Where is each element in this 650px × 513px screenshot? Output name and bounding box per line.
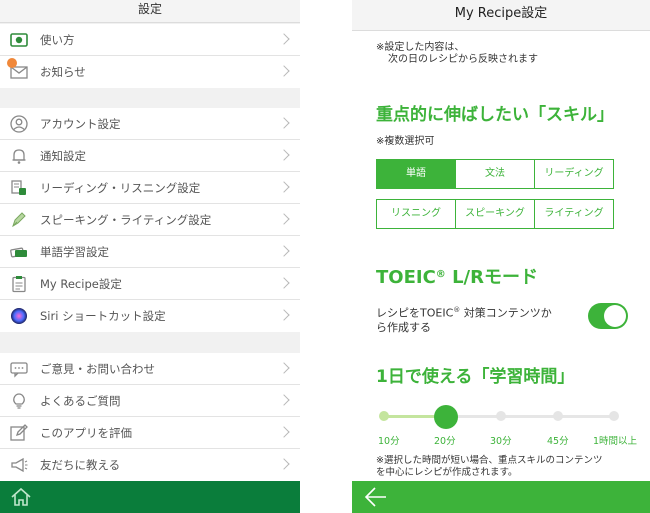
skills-note: ※複数選択可 bbox=[376, 136, 435, 147]
chevron-right-icon bbox=[278, 277, 290, 289]
time-option-label: 1時間以上 bbox=[593, 436, 638, 447]
menu-label: Siri ショートカット設定 bbox=[40, 309, 166, 323]
chat-icon bbox=[10, 362, 28, 378]
slider-stop-60[interactable] bbox=[609, 411, 619, 421]
settings-group-3: ご意見・お問い合わせ よくあるご質問 このアプリを評価 友だちに教える bbox=[0, 353, 300, 481]
study-time-note-line1: ※選択した時間が短い場合、重点スキルのコンテンツ bbox=[376, 455, 603, 466]
menu-label: ご意見・お問い合わせ bbox=[40, 362, 155, 376]
study-time-note: ※選択した時間が短い場合、重点スキルのコンテンツ を中心にレシピが作成されます。 bbox=[376, 455, 602, 479]
home-icon[interactable] bbox=[10, 486, 32, 508]
slider-stop-10[interactable] bbox=[379, 411, 389, 421]
megaphone-icon bbox=[11, 457, 28, 473]
menu-label: リーディング・リスニング設定 bbox=[40, 181, 201, 195]
chevron-right-icon bbox=[278, 117, 290, 129]
study-time-title: 1日で使える「学習時間」 bbox=[376, 367, 575, 387]
menu-label: My Recipe設定 bbox=[40, 277, 122, 291]
siri-icon bbox=[11, 308, 27, 324]
toeic-label-a: レシピをTOEIC bbox=[376, 306, 454, 320]
menu-item-rate-app[interactable]: このアプリを評価 bbox=[0, 417, 300, 449]
menu-item-notifications[interactable]: 通知設定 bbox=[0, 140, 300, 172]
toeic-label-b: 対策コンテンツか bbox=[460, 306, 552, 320]
toeic-toggle-label: レシピをTOEIC® 対策コンテンツか ら作成する bbox=[376, 303, 576, 335]
settings-group-2: アカウント設定 通知設定 リーディング・リスニング設定 スピーキング・ライティン… bbox=[0, 108, 300, 332]
toeic-mode-title: TOEIC® L/Rモード bbox=[376, 263, 538, 289]
toeic-mode-title-a: TOEIC bbox=[376, 267, 436, 288]
pen-icon bbox=[12, 212, 26, 228]
skill-button-vocabulary[interactable]: 単語 bbox=[376, 159, 456, 189]
video-icon bbox=[10, 33, 28, 47]
menu-item-tell-friends[interactable]: 友だちに教える bbox=[0, 449, 300, 481]
clipboard-icon bbox=[12, 276, 26, 293]
toeic-mode-toggle[interactable] bbox=[588, 303, 628, 329]
user-icon bbox=[10, 115, 28, 133]
menu-item-vocabulary[interactable]: 単語学習設定 bbox=[0, 236, 300, 268]
bottom-nav-bar bbox=[352, 481, 650, 513]
menu-item-account[interactable]: アカウント設定 bbox=[0, 108, 300, 140]
menu-item-faq[interactable]: よくあるご質問 bbox=[0, 385, 300, 417]
skill-button-grammar[interactable]: 文法 bbox=[455, 159, 535, 189]
my-recipe-panel: My Recipe設定 ※設定した内容は、 次の日のレシピから反映されます 重点… bbox=[352, 0, 650, 513]
menu-label: 単語学習設定 bbox=[40, 245, 109, 259]
back-arrow-icon[interactable] bbox=[364, 486, 388, 508]
chevron-right-icon bbox=[278, 213, 290, 225]
slider-stop-30[interactable] bbox=[496, 411, 506, 421]
chevron-right-icon bbox=[278, 458, 290, 470]
card-icon bbox=[10, 247, 27, 258]
menu-label: 友だちに教える bbox=[40, 458, 121, 472]
chevron-right-icon bbox=[278, 309, 290, 321]
time-option-label: 10分 bbox=[378, 436, 400, 447]
settings-group-1: 使い方 お知らせ bbox=[0, 24, 300, 88]
notification-badge bbox=[7, 58, 17, 68]
toeic-mode-title-b: L/Rモード bbox=[445, 267, 538, 288]
slider-stop-45[interactable] bbox=[553, 411, 563, 421]
time-option-label: 30分 bbox=[490, 436, 512, 447]
settings-note: ※設定した内容は、 次の日のレシピから反映されます bbox=[376, 42, 538, 66]
menu-label: 使い方 bbox=[40, 33, 75, 47]
menu-label: よくあるご質問 bbox=[40, 394, 121, 408]
menu-label: このアプリを評価 bbox=[40, 426, 132, 440]
menu-label: アカウント設定 bbox=[40, 117, 121, 131]
toeic-label-c: ら作成する bbox=[376, 320, 431, 334]
menu-label: お知らせ bbox=[40, 65, 86, 79]
time-option-label: 45分 bbox=[547, 436, 569, 447]
skill-button-writing[interactable]: ライティング bbox=[534, 199, 614, 229]
chevron-right-icon bbox=[278, 362, 290, 374]
skill-button-speaking[interactable]: スピーキング bbox=[455, 199, 535, 229]
skill-button-reading[interactable]: リーディング bbox=[534, 159, 614, 189]
chevron-right-icon bbox=[278, 245, 290, 257]
menu-item-news[interactable]: お知らせ bbox=[0, 56, 300, 88]
skills-title: 重点的に伸ばしたい「スキル」 bbox=[376, 105, 614, 125]
time-option-label: 20分 bbox=[434, 436, 456, 447]
menu-label: スピーキング・ライティング設定 bbox=[40, 213, 212, 227]
edit-icon bbox=[10, 424, 28, 441]
chevron-right-icon bbox=[278, 181, 290, 193]
settings-note-line1: ※設定した内容は、 bbox=[376, 42, 465, 53]
chevron-right-icon bbox=[278, 65, 290, 77]
menu-item-speaking-writing[interactable]: スピーキング・ライティング設定 bbox=[0, 204, 300, 236]
bottom-tab-bar bbox=[0, 481, 300, 513]
settings-note-line2: 次の日のレシピから反映されます bbox=[388, 54, 538, 65]
chevron-right-icon bbox=[278, 149, 290, 161]
my-recipe-title: My Recipe設定 bbox=[352, 0, 650, 31]
chevron-right-icon bbox=[278, 426, 290, 438]
bell-icon bbox=[12, 149, 26, 164]
skill-button-listening[interactable]: リスニング bbox=[376, 199, 456, 229]
study-time-note-line2: を中心にレシピが作成されます。 bbox=[376, 467, 518, 478]
menu-item-reading-listening[interactable]: リーディング・リスニング設定 bbox=[0, 172, 300, 204]
settings-title: 設定 bbox=[0, 0, 300, 23]
menu-item-my-recipe[interactable]: My Recipe設定 bbox=[0, 268, 300, 300]
menu-item-siri-shortcut[interactable]: Siri ショートカット設定 bbox=[0, 300, 300, 332]
chevron-right-icon bbox=[278, 394, 290, 406]
toggle-knob bbox=[604, 305, 626, 327]
chevron-right-icon bbox=[278, 33, 290, 45]
settings-panel: 設定 使い方 お知らせ アカウント設定 通知設定 リーディング・リスニング設定 … bbox=[0, 0, 300, 513]
menu-label: 通知設定 bbox=[40, 149, 86, 163]
bulb-icon bbox=[13, 393, 25, 409]
reading-icon bbox=[11, 180, 26, 195]
menu-item-how-to-use[interactable]: 使い方 bbox=[0, 24, 300, 56]
registered-mark: ® bbox=[435, 269, 446, 280]
menu-item-feedback[interactable]: ご意見・お問い合わせ bbox=[0, 353, 300, 385]
study-time-slider-thumb[interactable] bbox=[434, 405, 458, 429]
